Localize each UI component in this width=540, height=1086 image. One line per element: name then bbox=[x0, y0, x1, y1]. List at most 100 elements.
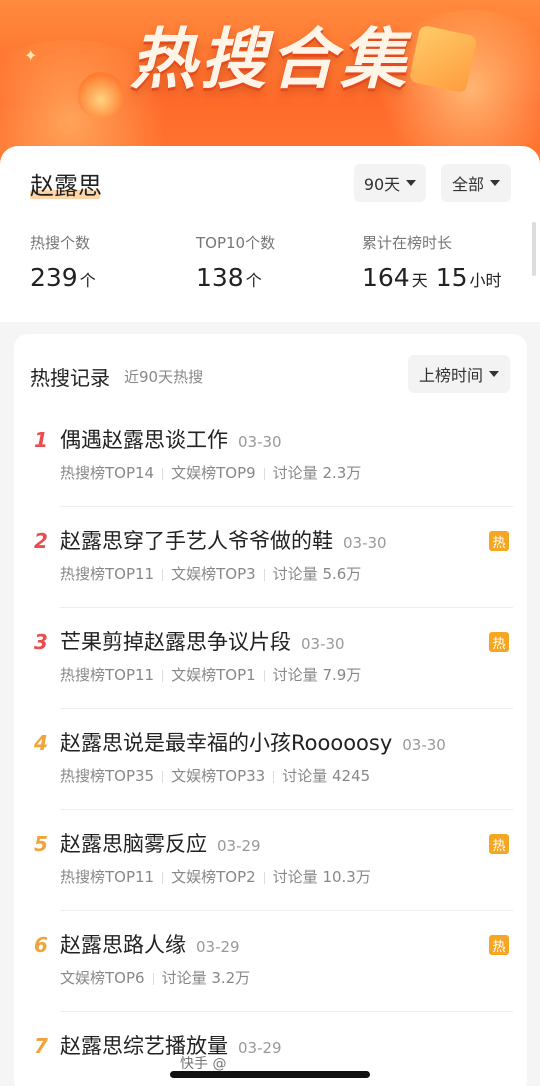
caret-down-icon bbox=[489, 371, 499, 377]
meta-text: 热搜榜TOP11 bbox=[60, 565, 155, 583]
records-title: 热搜记录 bbox=[30, 366, 110, 390]
item-date: 03-29 bbox=[217, 837, 261, 855]
list-item[interactable]: 4 赵露思说是最幸福的小孩Rooooosy 03-30 热搜榜TOP35 文娱榜TOP3… bbox=[14, 709, 527, 810]
item-meta: 热搜榜TOP35 文娱榜TOP33 讨论量 4245 bbox=[60, 765, 370, 786]
caret-down-icon bbox=[406, 180, 417, 186]
meta-text: 讨论量 10.3万 bbox=[272, 868, 371, 886]
meta-text: 文娱榜TOP3 bbox=[171, 565, 256, 583]
category-filter-dropdown[interactable]: 全部 bbox=[441, 164, 511, 202]
meta-divider bbox=[263, 467, 265, 480]
meta-divider bbox=[162, 669, 164, 682]
meta-divider bbox=[273, 770, 275, 783]
home-indicator[interactable] bbox=[170, 1071, 370, 1078]
meta-divider bbox=[162, 568, 164, 581]
meta-text: 文娱榜TOP1 bbox=[171, 666, 256, 684]
item-title: 赵露思路人缘 bbox=[60, 933, 186, 957]
rank-number: 1 bbox=[34, 428, 48, 452]
stat-hot-count: 热搜个数 239 个 bbox=[30, 232, 96, 292]
item-date: 03-30 bbox=[402, 736, 446, 754]
meta-divider bbox=[263, 871, 265, 884]
profile-name-wrap: 赵露思 bbox=[30, 166, 102, 201]
stat-label: 热搜个数 bbox=[30, 234, 91, 252]
meta-divider bbox=[152, 972, 154, 985]
stat-unit: 个 bbox=[245, 271, 262, 290]
item-meta: 热搜榜TOP11 文娱榜TOP2 讨论量 10.3万 bbox=[60, 866, 371, 887]
list-item[interactable]: 6 赵露思路人缘 03-29 文娱榜TOP6 讨论量 3.2万 热 bbox=[14, 911, 527, 1012]
stat-hour-unit: 小时 bbox=[469, 271, 502, 290]
meta-divider bbox=[162, 871, 164, 884]
hot-badge: 热 bbox=[489, 834, 509, 854]
list-item[interactable]: 2 赵露思穿了手艺人爷爷做的鞋 03-30 热搜榜TOP11 文娱榜TOP3 讨论量 5.… bbox=[14, 507, 527, 608]
stat-label: TOP10个数 bbox=[196, 234, 276, 252]
meta-divider bbox=[162, 467, 164, 480]
item-title-row: 赵露思路人缘 03-29 bbox=[60, 929, 240, 959]
caret-down-icon bbox=[490, 180, 500, 186]
item-date: 03-29 bbox=[196, 938, 240, 956]
item-date: 03-29 bbox=[238, 1039, 282, 1057]
rank-number: 4 bbox=[34, 731, 48, 755]
meta-divider bbox=[263, 669, 265, 682]
watermark: 快手 @ bbox=[180, 1056, 227, 1072]
meta-text: 讨论量 3.2万 bbox=[161, 969, 251, 987]
item-date: 03-30 bbox=[301, 635, 345, 653]
hot-badge: 热 bbox=[489, 632, 509, 652]
stats-panel: 热搜个数 239 个 TOP10个数 138 个 累计在榜时长 164 天 15 小时 bbox=[14, 218, 527, 320]
item-title-row: 赵露思穿了手艺人爷爷做的鞋 03-30 bbox=[60, 525, 387, 555]
meta-text: 热搜榜TOP11 bbox=[60, 868, 155, 886]
list-item[interactable]: 1 偶遇赵露思谈工作 03-30 热搜榜TOP14 文娱榜TOP9 讨论量 2.3万 bbox=[14, 406, 527, 507]
meta-text: 讨论量 7.9万 bbox=[272, 666, 362, 684]
meta-divider bbox=[263, 568, 265, 581]
meta-text: 热搜榜TOP11 bbox=[60, 666, 155, 684]
item-meta: 热搜榜TOP14 文娱榜TOP9 讨论量 2.3万 bbox=[60, 462, 361, 483]
records-card: 热搜记录 近90天热搜 上榜时间 1 偶遇赵露思谈工作 03-30 热搜榜TOP14 文… bbox=[14, 334, 527, 1086]
item-title: 赵露思说是最幸福的小孩Rooooosy bbox=[60, 731, 393, 755]
sort-label: 上榜时间 bbox=[418, 366, 483, 385]
stat-label: 累计在榜时长 bbox=[362, 234, 453, 252]
stat-days: 164 bbox=[362, 263, 410, 292]
rank-number: 6 bbox=[34, 933, 48, 957]
rank-number: 7 bbox=[34, 1034, 48, 1058]
records-subtitle: 近90天热搜 bbox=[124, 368, 204, 386]
item-meta: 热搜榜TOP11 文娱榜TOP3 讨论量 5.6万 bbox=[60, 563, 361, 584]
category-filter-label: 全部 bbox=[451, 175, 484, 194]
item-meta: 热搜榜TOP11 文娱榜TOP1 讨论量 7.9万 bbox=[60, 664, 361, 685]
item-title: 赵露思脑雾反应 bbox=[60, 832, 207, 856]
stat-duration: 累计在榜时长 164 天 15 小时 bbox=[362, 232, 502, 292]
hot-badge: 热 bbox=[489, 531, 509, 551]
item-date: 03-30 bbox=[238, 433, 282, 451]
stat-value: 239 bbox=[30, 263, 78, 292]
range-filter-dropdown[interactable]: 90天 bbox=[354, 164, 426, 202]
scrollbar[interactable] bbox=[532, 222, 536, 276]
list-item[interactable]: 5 赵露思脑雾反应 03-29 热搜榜TOP11 文娱榜TOP2 讨论量 10.3万 热 bbox=[14, 810, 527, 911]
rank-number: 5 bbox=[34, 832, 48, 856]
meta-text: 讨论量 5.6万 bbox=[272, 565, 362, 583]
item-title: 赵露思穿了手艺人爷爷做的鞋 bbox=[60, 529, 333, 553]
item-title-row: 偶遇赵露思谈工作 03-30 bbox=[60, 424, 282, 454]
item-title: 偶遇赵露思谈工作 bbox=[60, 428, 228, 452]
item-meta: 文娱榜TOP6 讨论量 3.2万 bbox=[60, 967, 250, 988]
rank-number: 2 bbox=[34, 529, 48, 553]
rank-number: 3 bbox=[34, 630, 48, 654]
banner-title: 热搜合集 bbox=[130, 21, 410, 98]
meta-text: 文娱榜TOP6 bbox=[60, 969, 145, 987]
stat-unit: 个 bbox=[79, 271, 96, 290]
meta-text: 文娱榜TOP33 bbox=[171, 767, 266, 785]
stat-value: 138 bbox=[196, 263, 244, 292]
item-title-row: 赵露思说是最幸福的小孩Rooooosy 03-30 bbox=[60, 727, 446, 757]
meta-text: 文娱榜TOP9 bbox=[171, 464, 256, 482]
meta-text: 文娱榜TOP2 bbox=[171, 868, 256, 886]
item-date: 03-30 bbox=[343, 534, 387, 552]
hot-badge: 热 bbox=[489, 935, 509, 955]
sort-dropdown[interactable]: 上榜时间 bbox=[408, 355, 510, 393]
meta-text: 热搜榜TOP35 bbox=[60, 767, 155, 785]
meta-divider bbox=[162, 770, 164, 783]
list-item[interactable]: 3 芒果剪掉赵露思争议片段 03-30 热搜榜TOP11 文娱榜TOP1 讨论量 7.9万… bbox=[14, 608, 527, 709]
stat-top10-count: TOP10个数 138 个 bbox=[196, 232, 275, 292]
item-title-row: 赵露思综艺播放量 03-29 bbox=[60, 1030, 282, 1060]
stat-hours: 15 bbox=[435, 263, 468, 292]
meta-text: 讨论量 2.3万 bbox=[272, 464, 362, 482]
range-filter-label: 90天 bbox=[363, 175, 401, 194]
item-title-row: 芒果剪掉赵露思争议片段 03-30 bbox=[60, 626, 345, 656]
profile-name: 赵露思 bbox=[30, 172, 102, 200]
meta-text: 讨论量 4245 bbox=[282, 767, 371, 785]
